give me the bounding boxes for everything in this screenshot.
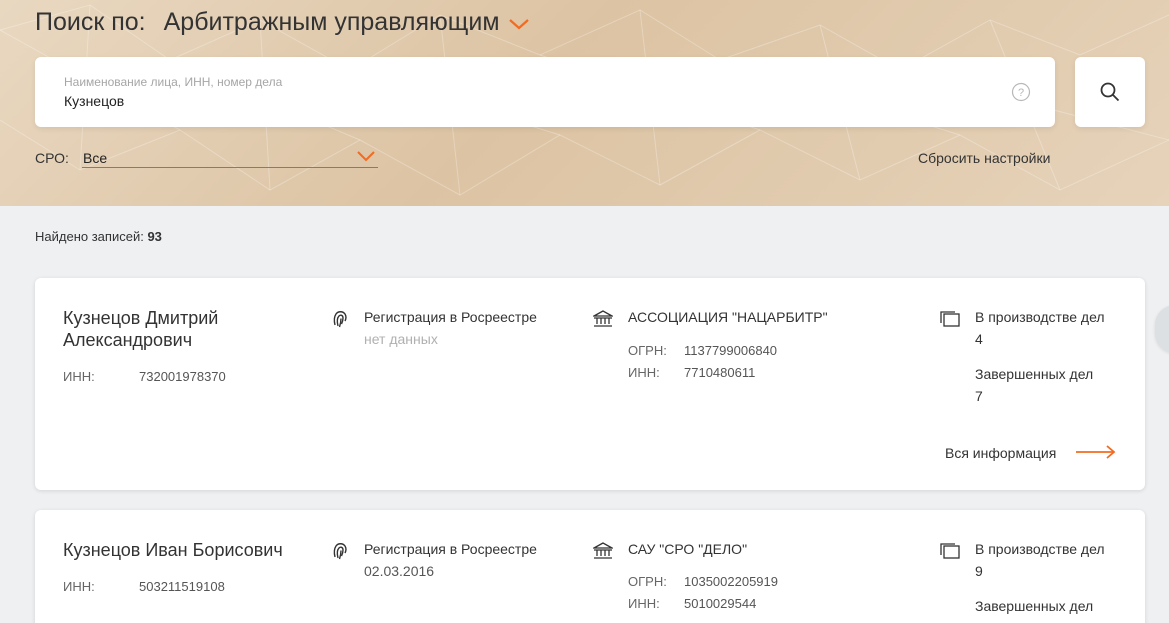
more-info-label: Вся информация [945, 445, 1057, 461]
sro-select[interactable]: Все [82, 146, 378, 168]
help-circle-icon[interactable]: ? [1011, 82, 1031, 102]
ogrn-label: ОГРН: [628, 574, 667, 589]
search-button[interactable] [1075, 57, 1145, 127]
search-input-label: Наименование лица, ИНН, номер дела [64, 75, 283, 89]
chevron-down-icon[interactable] [508, 17, 530, 31]
cases-in-progress-value: 4 [975, 331, 983, 347]
chevron-down-icon [357, 151, 375, 162]
reset-settings-link[interactable]: Сбросить настройки [918, 150, 1050, 166]
manager-name[interactable]: Кузнецов Дмитрий Александрович [63, 307, 313, 351]
ogrn-value: 1035002205919 [684, 574, 778, 589]
results-count-value: 93 [147, 229, 162, 244]
search-panel: Поиск по: Арбитражным управляющим Наимен… [0, 0, 1169, 206]
side-panel-handle[interactable] [1155, 305, 1169, 353]
folders-icon [940, 543, 960, 559]
inn-value: 732001978370 [139, 369, 226, 384]
cases-completed-label: Завершенных дел [975, 366, 1094, 382]
ogrn-label: ОГРН: [628, 343, 667, 358]
fingerprint-icon [333, 543, 347, 560]
results-count: Найдено записей: 93 [35, 229, 162, 244]
search-mode-value[interactable]: Арбитражным управляющим [164, 8, 500, 37]
org-inn-label: ИНН: [628, 365, 660, 380]
results-count-label: Найдено записей: [35, 229, 144, 244]
cases-completed-label: Завершенных дел [975, 598, 1094, 614]
sro-organization-name[interactable]: АССОЦИАЦИЯ "НАЦАРБИТР" [628, 309, 828, 325]
more-info-link[interactable]: Вся информация [945, 442, 1120, 464]
registration-label: Регистрация в Росреестре [364, 541, 537, 557]
sro-value: Все [83, 150, 108, 166]
ogrn-value: 1137799006840 [684, 343, 778, 358]
cases-in-progress-value: 9 [975, 563, 983, 579]
help-symbol: ? [1018, 87, 1024, 99]
sro-label: СРО: [35, 150, 69, 166]
search-mode-prefix: Поиск по: [35, 7, 146, 36]
org-inn-value: 5010029544 [684, 596, 757, 611]
registration-value: нет данных [364, 331, 438, 347]
cases-in-progress-label: В производстве дел [975, 309, 1105, 325]
search-icon [1100, 82, 1120, 102]
org-inn-label: ИНН: [628, 596, 660, 611]
folders-icon [940, 311, 960, 327]
bank-building-icon [593, 542, 613, 559]
cases-completed-value: 7 [975, 388, 983, 404]
arrow-right-icon [1076, 445, 1116, 459]
search-box[interactable]: Наименование лица, ИНН, номер дела ? [35, 57, 1055, 127]
manager-card: Кузнецов Дмитрий Александрович ИНН: 7320… [35, 278, 1145, 490]
manager-name[interactable]: Кузнецов Иван Борисович [63, 539, 313, 561]
sro-organization-name[interactable]: САУ "СРО "ДЕЛО" [628, 541, 747, 557]
manager-card: Кузнецов Иван Борисович ИНН: 50321151910… [35, 510, 1145, 623]
fingerprint-icon [333, 311, 347, 328]
registration-label: Регистрация в Росреестре [364, 309, 537, 325]
search-input[interactable] [64, 93, 964, 109]
cases-in-progress-label: В производстве дел [975, 541, 1105, 557]
inn-label: ИНН: [63, 579, 95, 594]
org-inn-value: 7710480611 [684, 365, 756, 380]
inn-value: 503211519108 [139, 579, 225, 594]
registration-value: 02.03.2016 [364, 563, 435, 579]
inn-label: ИНН: [63, 369, 95, 384]
search-mode-selector[interactable]: Поиск по: Арбитражным управляющим [35, 6, 530, 38]
bank-building-icon [593, 310, 613, 327]
